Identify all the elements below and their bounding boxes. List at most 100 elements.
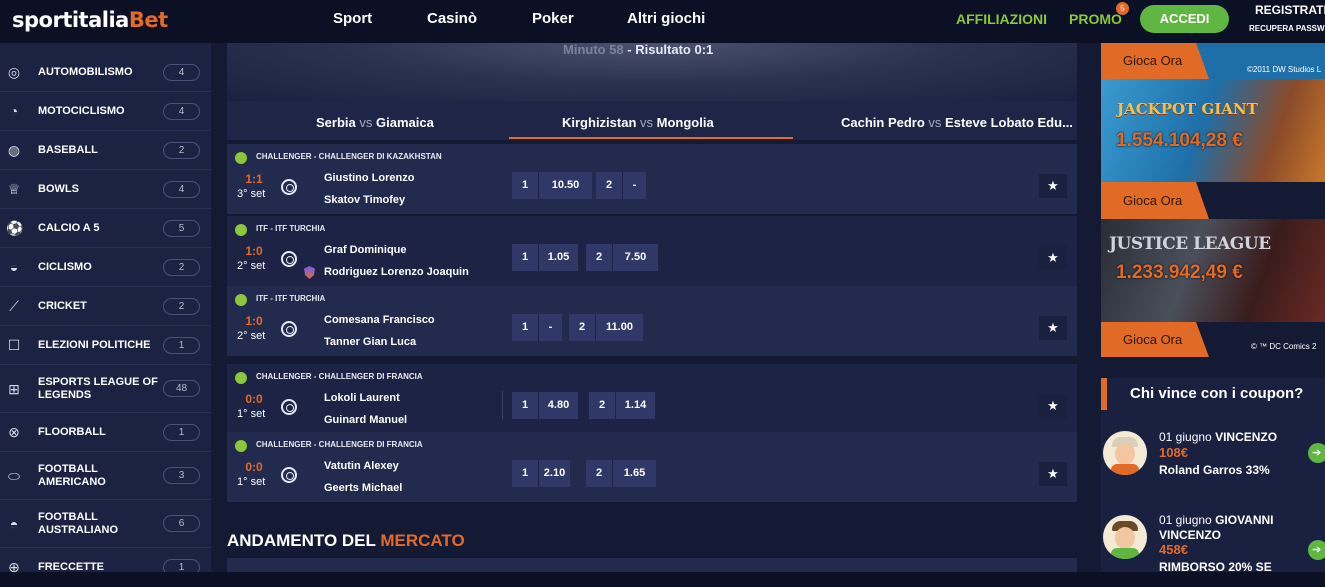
favorite-star-icon[interactable]: ★	[1039, 462, 1067, 486]
winner-description: Roland Garros 33%	[1159, 463, 1270, 477]
tab-cachin-esteve[interactable]: Cachin Pedro vs Esteve Lobato Edu...	[841, 115, 1073, 130]
register-link[interactable]: REGISTRATI	[1255, 3, 1325, 17]
odds-button-1[interactable]: 1-	[512, 314, 562, 341]
gioca-ora-button[interactable]: Gioca Ora	[1101, 43, 1209, 79]
match-score: 0:0	[245, 392, 263, 406]
sidebar-item-ciclismo[interactable]: ◒ CICLISMO 2	[0, 248, 211, 287]
sidebar-item-label: CICLISMO	[38, 260, 92, 273]
winner-date-name: 01 giugno VINCENZO	[1159, 430, 1278, 444]
sidebar-item-calcio-a-5[interactable]: ⚽ CALCIO A 5 5	[0, 209, 211, 248]
match-row[interactable]: ITF - ITF TURCHIA 1:0 2° set Graf Dominique…	[227, 216, 1077, 286]
live-stats-icon[interactable]	[281, 179, 297, 195]
team-shield-icon	[304, 266, 315, 279]
gamepad-icon: ⊞	[8, 380, 20, 397]
live-stats-icon[interactable]	[281, 321, 297, 337]
winner-amount: 458€	[1159, 542, 1188, 557]
jackpot-giant-card[interactable]: Gioca Ora ©2011 DW Studios L JACKPOT GIA…	[1101, 43, 1325, 182]
sidebar-item-label: BASEBALL	[38, 143, 98, 156]
match-set: 1° set	[237, 408, 266, 420]
banner-score: 0:1	[694, 42, 714, 57]
sidebar-item-count: 48	[163, 380, 200, 397]
tab-kirghizistan-mongolia[interactable]: Kirghizistan vs Mongolia	[562, 115, 714, 130]
nav-sport[interactable]: Sport	[333, 10, 372, 27]
odds-button-2[interactable]: 2-	[596, 172, 646, 199]
top-navbar: sportitaliaBet Sport Casinò Poker Altri …	[0, 0, 1325, 43]
section-title-andamento: ANDAMENTO DEL MERCATO	[227, 531, 465, 550]
nav-poker[interactable]: Poker	[532, 10, 574, 27]
match-set: 1° set	[237, 476, 266, 488]
gioca-ora-button[interactable]: Gioca Ora	[1101, 322, 1209, 357]
match-league: ITF - ITF TURCHIA	[256, 294, 326, 303]
banner-result-label: - Risultato	[627, 42, 691, 57]
match-row[interactable]: CHALLENGER - CHALLENGER DI FRANCIA 0:0 1° …	[227, 364, 1077, 434]
sidebar-item-count: 2	[163, 258, 200, 276]
sidebar-item-football-australiano[interactable]: ◓ FOOTBALL AUSTRALIANO 6	[0, 500, 211, 548]
player-1-name: Vatutin Alexey	[324, 460, 399, 472]
sidebar-item-motociclismo[interactable]: ◔ MOTOCICLISMO 4	[0, 92, 211, 131]
match-league: ITF - ITF TURCHIA	[256, 224, 326, 233]
nav-casino[interactable]: Casinò	[427, 10, 477, 27]
logo-text: sportitalia	[12, 8, 129, 32]
odds-button-2[interactable]: 2 1.65	[586, 460, 656, 487]
sidebar-item-label: FLOORBALL	[38, 425, 106, 438]
match-row[interactable]: ITF - ITF TURCHIA 1:0 2° set Comesana Franc…	[227, 286, 1077, 356]
sidebar-item-label: MOTOCICLISMO	[38, 104, 125, 117]
sidebar-item-automobilismo[interactable]: ◎ AUTOMOBILISMO 4	[0, 53, 211, 92]
sidebar-item-football-americano[interactable]: ⬭ FOOTBALL AMERICANO 3	[0, 452, 211, 500]
match-set: 2° set	[237, 260, 266, 272]
logo[interactable]: sportitaliaBet	[12, 8, 168, 32]
justice-league-card[interactable]: Gioca Ora JUSTICE LEAGUE 1.233.942,49 € …	[1101, 182, 1325, 357]
favorite-star-icon[interactable]: ★	[1039, 394, 1067, 418]
odds-button-1[interactable]: 1 2.10	[512, 460, 570, 487]
favorite-star-icon[interactable]: ★	[1039, 174, 1067, 198]
affiliazioni-link[interactable]: AFFILIAZIONI	[956, 11, 1047, 27]
sidebar-item-bowls[interactable]: ♕ BOWLS 4	[0, 170, 211, 209]
sidebar-item-baseball[interactable]: ◍ BASEBALL 2	[0, 131, 211, 170]
match-row[interactable]: CHALLENGER - CHALLENGER DI FRANCIA 0:0 1° …	[227, 432, 1077, 502]
match-row[interactable]: CHALLENGER - CHALLENGER DI KAZAKHSTAN 1:1…	[227, 144, 1077, 214]
arrow-right-icon[interactable]: ➔	[1308, 540, 1325, 560]
sidebar-item-count: 4	[163, 63, 200, 81]
sidebar-item-floorball[interactable]: ⊗ FLOORBALL 1	[0, 413, 211, 452]
nav-altri-giochi[interactable]: Altri giochi	[627, 10, 705, 27]
promo-link[interactable]: PROMO	[1069, 11, 1122, 27]
match-tabs: Serbia vs Giamaica Kirghizistan vs Mongo…	[227, 101, 1077, 140]
odds-button-1[interactable]: 1 4.80	[512, 392, 578, 419]
login-button[interactable]: ACCEDI	[1140, 5, 1229, 33]
sidebar-item-count: 1	[163, 423, 200, 441]
match-set: 2° set	[237, 330, 266, 342]
active-tab-indicator	[509, 137, 793, 139]
odds-button-2[interactable]: 2 7.50	[586, 244, 658, 271]
justice-league-logo: JUSTICE LEAGUE	[1109, 234, 1271, 254]
favorite-star-icon[interactable]: ★	[1039, 246, 1067, 270]
promo-badge: 5	[1116, 2, 1129, 15]
player-2-name: Geerts Michael	[324, 482, 403, 494]
soccer-ball-icon: ⚽	[6, 220, 24, 236]
banner-status: Minuto 58 - Risultato 0:1	[563, 42, 713, 57]
arrow-right-icon[interactable]: ➔	[1308, 443, 1325, 463]
helmet-icon: ◔	[9, 103, 19, 119]
live-stats-icon[interactable]	[281, 467, 297, 483]
live-stats-icon[interactable]	[281, 399, 297, 415]
odds-button-2[interactable]: 2 1.14	[589, 392, 655, 419]
odds-button-1[interactable]: 1 1.05	[512, 244, 578, 271]
tennis-ball-icon	[235, 294, 247, 306]
favorite-star-icon[interactable]: ★	[1039, 316, 1067, 340]
odds-button-2[interactable]: 2 11.00	[569, 314, 643, 341]
tab-serbia-giamaica[interactable]: Serbia vs Giamaica	[316, 115, 434, 130]
match-score: 1:0	[245, 244, 263, 258]
sidebar-item-elezioni-politiche[interactable]: ☐ ELEZIONI POLITICHE 1	[0, 326, 211, 365]
justice-league-amount: 1.233.942,49 €	[1116, 262, 1243, 283]
recover-password-link[interactable]: RECUPERA PASSWORD	[1249, 24, 1325, 33]
live-stats-icon[interactable]	[281, 251, 297, 267]
odds-button-1[interactable]: 1 10.50	[512, 172, 592, 199]
sidebar-item-count: 4	[163, 102, 200, 120]
sidebar-item-cricket[interactable]: ⟋ CRICKET 2	[0, 287, 211, 326]
footer-bar	[0, 572, 1325, 587]
sidebar-item-esports-league-of-legends[interactable]: ⊞ ESPORTS LEAGUE OF LEGENDS 48	[0, 365, 211, 413]
coupon-header: Chi vince con i coupon?	[1101, 378, 1325, 410]
copyright-text: © ™ DC Comics 2	[1251, 342, 1317, 351]
match-score: 0:0	[245, 460, 263, 474]
australian-football-icon: ◓	[9, 515, 19, 532]
gioca-ora-button[interactable]: Gioca Ora	[1101, 182, 1209, 219]
